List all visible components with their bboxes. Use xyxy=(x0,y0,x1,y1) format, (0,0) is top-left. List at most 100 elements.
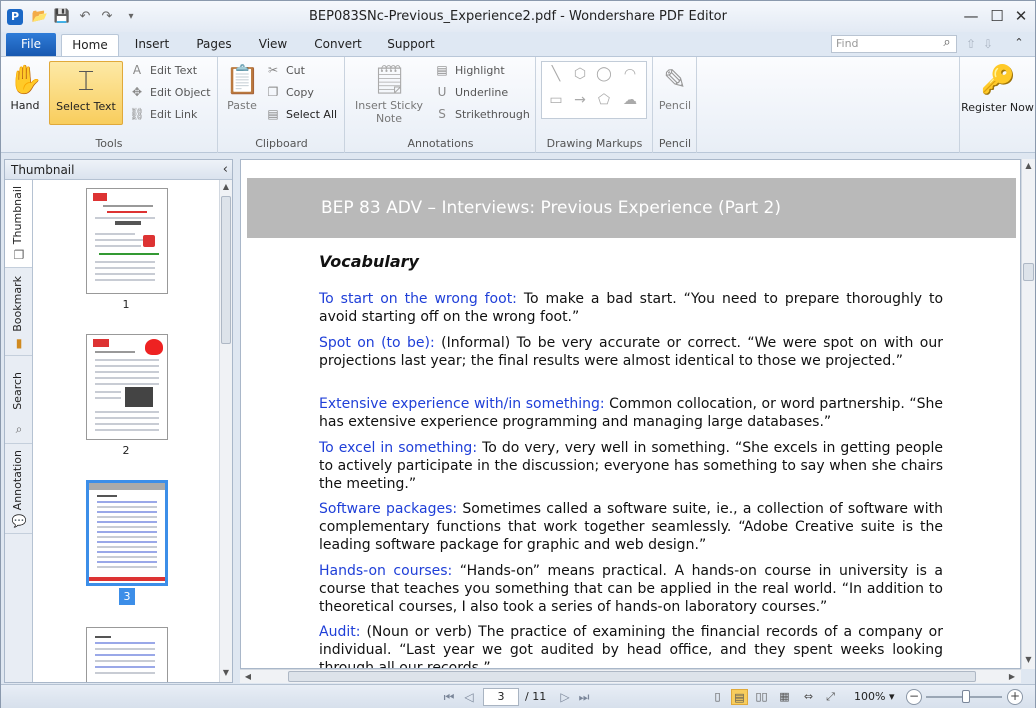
last-page-icon[interactable]: ⏭ xyxy=(576,689,592,705)
vtab-bookmark-label: Bookmark xyxy=(11,276,24,332)
polygon-shape-icon[interactable]: ⬠ xyxy=(594,92,614,108)
copy-button[interactable]: ❐ Copy xyxy=(265,82,314,102)
first-page-icon[interactable]: ⏮ xyxy=(441,689,457,705)
insert-sticky-note-button[interactable]: 🗒 Insert Sticky Note xyxy=(352,61,426,125)
paste-button[interactable]: 📋 Paste xyxy=(223,61,261,125)
facing-view-icon[interactable]: ▯▯ xyxy=(753,689,770,705)
vtab-bookmark[interactable]: Bookmark ▮ xyxy=(5,268,32,356)
shapes-gallery: ╲ ⬡ ◯ ◠ ▭ → ⬠ ☁ xyxy=(541,61,647,119)
tab-view[interactable]: View xyxy=(251,34,295,56)
fit-page-icon[interactable]: ⤢ xyxy=(822,689,839,705)
arrow-shape-icon[interactable]: → xyxy=(570,92,590,108)
group-label-annotations: Annotations xyxy=(407,137,474,150)
cursor-icon: ⌶ xyxy=(77,64,95,97)
fit-width-icon[interactable]: ⇔ xyxy=(800,689,817,705)
edit-object-button[interactable]: ✥ Edit Object xyxy=(129,82,211,102)
vocab-term: Audit: xyxy=(319,624,361,640)
document-scroll-thumb[interactable] xyxy=(1023,263,1034,281)
copy-label: Copy xyxy=(286,86,314,99)
select-text-button[interactable]: ⌶ Select Text xyxy=(49,61,123,125)
find-next-icon[interactable]: ⇩ xyxy=(980,36,996,52)
vocab-definition: (Noun or verb) The practice of examining… xyxy=(319,624,943,669)
strikethrough-button[interactable]: S Strikethrough xyxy=(434,104,530,124)
document-hscroll-thumb[interactable] xyxy=(288,671,976,682)
rectangle-shape-icon[interactable]: ▭ xyxy=(546,92,566,108)
find-previous-icon[interactable]: ⇧ xyxy=(963,36,979,52)
page-thumbnail-2[interactable] xyxy=(86,334,168,440)
collapse-ribbon-icon[interactable]: ⌃ xyxy=(1011,36,1027,52)
tab-pages[interactable]: Pages xyxy=(189,34,239,56)
pencil-button[interactable]: ✎ Pencil xyxy=(656,61,694,125)
edit-link-label: Edit Link xyxy=(150,108,198,121)
thumbnail-panel: Thumbnail ‹ Thumbnail ❐ Bookmark ▮ Searc… xyxy=(4,159,233,683)
next-page-icon[interactable]: ▷ xyxy=(557,689,573,705)
hexagon-shape-icon[interactable]: ⬡ xyxy=(570,66,590,82)
thumb-graphic-icon xyxy=(143,235,155,247)
panel-vertical-tabs: Thumbnail ❐ Bookmark ▮ Search ⌕ Annotati… xyxy=(5,180,33,682)
vocab-entry: Software packages: Sometimes called a so… xyxy=(319,500,943,554)
single-page-view-icon[interactable]: ▯ xyxy=(709,689,726,705)
arc-shape-icon[interactable]: ◠ xyxy=(620,66,640,82)
status-bar: ⏮ ◁ 3 / 11 ▷ ⏭ ▯ ▤ ▯▯ ▦ ⇔ ⤢ 100% ▾ − + xyxy=(1,684,1035,708)
vocab-entry: Extensive experience with/in something: … xyxy=(319,395,943,431)
underline-button[interactable]: U Underline xyxy=(434,82,509,102)
scroll-up-icon[interactable]: ▲ xyxy=(1022,159,1035,173)
scissors-icon: ✂ xyxy=(267,63,279,77)
tab-insert[interactable]: Insert xyxy=(127,34,177,56)
tab-file[interactable]: File xyxy=(6,33,56,56)
select-all-button[interactable]: ▤ Select All xyxy=(265,104,337,124)
edit-link-button[interactable]: ⛓ Edit Link xyxy=(129,104,197,124)
thumbnail-scroll-thumb[interactable] xyxy=(221,196,231,344)
continuous-view-icon[interactable]: ▤ xyxy=(731,689,748,705)
select-all-label: Select All xyxy=(286,108,338,121)
line-shape-icon[interactable]: ╲ xyxy=(546,66,566,82)
oval-shape-icon[interactable]: ◯ xyxy=(594,66,614,82)
sticky-note-label-line1: Insert Sticky xyxy=(355,99,423,112)
page-thumbnail-3[interactable] xyxy=(86,480,168,586)
vtab-thumbnail[interactable]: Thumbnail ❐ xyxy=(5,180,32,268)
maximize-button[interactable]: ☐ xyxy=(985,5,1009,27)
zoom-in-button[interactable]: + xyxy=(1007,689,1023,705)
tab-support[interactable]: Support xyxy=(381,34,441,56)
search-icon[interactable]: ⌕ xyxy=(939,35,955,51)
clipboard-icon: 📋 xyxy=(225,63,260,96)
previous-page-icon[interactable]: ◁ xyxy=(461,689,477,705)
page-number-2: 2 xyxy=(122,444,130,457)
register-now-button[interactable]: 🔑 Register Now xyxy=(960,61,1035,125)
document-horizontal-scrollbar[interactable]: ◀ ▶ xyxy=(240,669,1021,683)
page-number-input[interactable]: 3 xyxy=(483,688,519,706)
vtab-annotation[interactable]: Annotation 💬 xyxy=(5,444,32,534)
edit-text-button[interactable]: A Edit Text xyxy=(129,60,197,80)
zoom-out-button[interactable]: − xyxy=(906,689,922,705)
page-thumbnail-4[interactable] xyxy=(86,627,168,682)
hand-tool-button[interactable]: ✋ Hand xyxy=(5,61,45,125)
document-vertical-scrollbar[interactable]: ▲ ▼ xyxy=(1021,159,1035,669)
panel-header: Thumbnail ‹ xyxy=(5,160,232,180)
group-register: 🔑 Register Now xyxy=(959,57,1035,153)
scroll-left-icon[interactable]: ◀ xyxy=(242,670,254,684)
collapse-panel-icon[interactable]: ‹ xyxy=(223,160,228,180)
continuous-facing-view-icon[interactable]: ▦ xyxy=(776,689,793,705)
group-label-pencil: Pencil xyxy=(658,137,692,150)
group-label-drawing-markups: Drawing Markups xyxy=(546,137,643,150)
scroll-down-icon[interactable]: ▼ xyxy=(1022,653,1035,667)
minimize-button[interactable]: — xyxy=(959,5,983,27)
thumb-logo-icon xyxy=(93,193,107,201)
highlight-button[interactable]: ▤ Highlight xyxy=(434,60,504,80)
vtab-search[interactable]: Search ⌕ xyxy=(5,356,32,444)
page-thumbnail-1[interactable] xyxy=(86,188,168,294)
edit-text-icon: A xyxy=(132,63,142,77)
close-button[interactable]: ✕ xyxy=(1009,5,1033,27)
scroll-down-icon[interactable]: ▼ xyxy=(220,666,232,680)
pages-icon: ❐ xyxy=(13,248,25,262)
tab-convert[interactable]: Convert xyxy=(309,34,367,56)
zoom-slider-handle[interactable] xyxy=(962,690,970,703)
section-title: Vocabulary xyxy=(319,252,419,271)
scroll-up-icon[interactable]: ▲ xyxy=(220,180,232,194)
zoom-level[interactable]: 100% ▾ xyxy=(854,690,894,703)
cut-button[interactable]: ✂ Cut xyxy=(265,60,305,80)
tab-home[interactable]: Home xyxy=(61,34,119,56)
scroll-right-icon[interactable]: ▶ xyxy=(1006,670,1018,684)
cloud-shape-icon[interactable]: ☁ xyxy=(620,92,640,108)
thumbnail-scrollbar[interactable]: ▲ ▼ xyxy=(219,180,232,682)
